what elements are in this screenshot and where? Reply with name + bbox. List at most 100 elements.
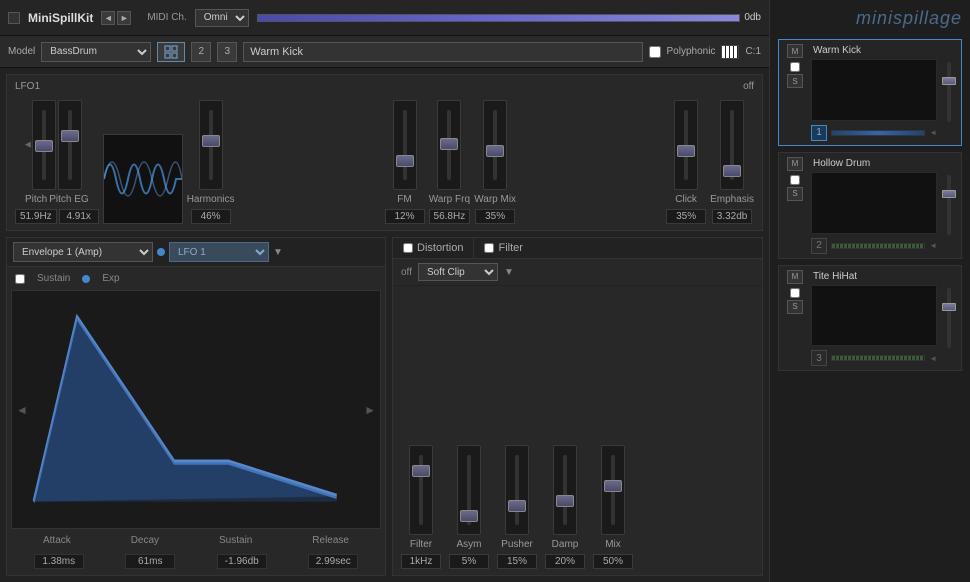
ch2-waveform xyxy=(811,172,937,234)
ch3-fader[interactable] xyxy=(941,270,957,367)
damp-fader[interactable] xyxy=(553,445,577,535)
channel-strip-2: M S Hollow Drum 2 ◄ xyxy=(778,152,962,259)
lfo-assign-select[interactable]: LFO 1 xyxy=(169,242,269,262)
dist-filter-header: Distortion Filter xyxy=(393,238,762,259)
sustain-opt-label: Sustain xyxy=(37,273,70,284)
pitch-eg-label: Pitch EG xyxy=(49,194,88,205)
envelope-header: Envelope 1 (Amp) LFO 1 ▼ xyxy=(7,238,385,267)
warp-frq-value: 56.8Hz xyxy=(429,209,471,224)
pitch-fader[interactable]: ◄ xyxy=(32,100,56,190)
ch1-fader[interactable] xyxy=(941,44,957,141)
distortion-checkbox[interactable] xyxy=(403,243,413,253)
ch1-preset-name: Warm Kick xyxy=(811,44,937,57)
asym-group: Asym 5% xyxy=(449,445,489,569)
dist-type-select[interactable]: Soft Clip Hard Clip Waveshape xyxy=(418,263,498,281)
warp-mix-group: Warp Mix 35% xyxy=(474,100,516,224)
mix-label: Mix xyxy=(605,539,621,550)
prev-arrow[interactable]: ◄ xyxy=(101,11,115,25)
model-label: Model xyxy=(8,46,35,57)
damp-label: Damp xyxy=(552,539,579,550)
model-select[interactable]: BassDrum HiHat Snare xyxy=(41,42,151,62)
ch3-mute-button[interactable]: M xyxy=(787,270,803,284)
ch3-preset-name: Tite HiHat xyxy=(811,270,937,283)
ch3-checkbox[interactable] xyxy=(790,288,800,298)
dist-filter-group: Filter 1kHz xyxy=(401,445,441,569)
dist-filter-fader[interactable] xyxy=(409,445,433,535)
resize-button[interactable] xyxy=(157,42,185,62)
asym-value: 5% xyxy=(449,554,489,569)
fm-label: FM xyxy=(397,194,411,205)
sustain-label: Sustain xyxy=(219,535,252,546)
ch3-name-area: Tite HiHat 3 ◄ xyxy=(811,270,937,367)
fm-fader[interactable] xyxy=(393,100,417,190)
ch2-level-bar xyxy=(831,243,925,249)
ch2-solo-button[interactable]: S xyxy=(787,187,803,201)
power-checkbox[interactable] xyxy=(8,12,20,24)
title-bar: MiniSpillKit ◄ ► MIDI Ch. Omni 123 0db xyxy=(0,0,769,36)
warp-frq-fader[interactable] xyxy=(437,100,461,190)
ch1-num[interactable]: 1 xyxy=(811,125,827,141)
ch2-fader[interactable] xyxy=(941,157,957,254)
decay-label: Decay xyxy=(131,535,159,546)
ch3-waveform xyxy=(811,285,937,347)
num-2-button[interactable]: 2 xyxy=(191,42,211,62)
ch2-num-row: 2 ◄ xyxy=(811,238,937,254)
pitch-eg-fader[interactable] xyxy=(58,100,82,190)
filter-checkbox[interactable] xyxy=(484,243,494,253)
ch3-solo-button[interactable]: S xyxy=(787,300,803,314)
exp-dot xyxy=(82,275,90,283)
emphasis-fader[interactable] xyxy=(720,100,744,190)
envelope-type-select[interactable]: Envelope 1 (Amp) xyxy=(13,242,153,262)
asym-label: Asym xyxy=(457,539,482,550)
filter-toggle[interactable]: Filter xyxy=(474,238,532,258)
pusher-label: Pusher xyxy=(501,539,533,550)
right-panel: minispillage M S Warm Kick 1 ◄ xyxy=(770,0,970,582)
mix-fader[interactable] xyxy=(601,445,625,535)
ch2-controls: M S xyxy=(783,157,807,254)
pusher-fader[interactable] xyxy=(505,445,529,535)
distortion-label: Distortion xyxy=(417,242,463,254)
env-options: Sustain Exp xyxy=(11,271,381,286)
warp-mix-fader[interactable] xyxy=(483,100,507,190)
channel-value: C:1 xyxy=(745,46,761,57)
ch1-bar-end-icon: ◄ xyxy=(929,128,937,137)
app-title: MiniSpillKit xyxy=(28,11,93,25)
midi-channel-select[interactable]: Omni 123 xyxy=(195,9,249,27)
lfo-status: off xyxy=(743,81,754,92)
toolbar: Model BassDrum HiHat Snare 2 3 Warm Kick… xyxy=(0,36,769,68)
asym-fader[interactable] xyxy=(457,445,481,535)
polyphonic-checkbox[interactable] xyxy=(649,46,661,58)
ch2-mute-button[interactable]: M xyxy=(787,157,803,171)
click-fader[interactable] xyxy=(674,100,698,190)
nav-arrows[interactable]: ◄ ► xyxy=(101,11,131,25)
pitch-eg-value: 4.91x xyxy=(59,209,99,224)
ch2-num[interactable]: 2 xyxy=(811,238,827,254)
sliders-row: ◄ Pitch Pitch EG xyxy=(15,100,754,224)
warp-frq-label: Warp Frq xyxy=(429,194,470,205)
env-left-arrow-icon[interactable]: ◄ xyxy=(16,403,28,417)
sustain-checkbox[interactable] xyxy=(15,274,25,284)
ch2-preset-name: Hollow Drum xyxy=(811,157,937,170)
distortion-toggle[interactable]: Distortion xyxy=(393,238,474,258)
ch1-checkbox[interactable] xyxy=(790,62,800,72)
ch1-mute-button[interactable]: M xyxy=(787,44,803,58)
next-arrow[interactable]: ► xyxy=(117,11,131,25)
harmonics-fader[interactable] xyxy=(199,100,223,190)
click-group: Click 35% xyxy=(666,100,706,224)
channel-strip-3: M S Tite HiHat 3 ◄ xyxy=(778,265,962,372)
attack-label: Attack xyxy=(43,535,71,546)
volume-slider[interactable] xyxy=(257,14,741,22)
exp-opt-label: Exp xyxy=(102,273,119,284)
dist-arrow-icon[interactable]: ▼ xyxy=(504,267,514,278)
num-3-button[interactable]: 3 xyxy=(217,42,237,62)
ch2-checkbox[interactable] xyxy=(790,175,800,185)
bottom-section: Envelope 1 (Amp) LFO 1 ▼ Sustain xyxy=(6,237,763,576)
dist-filter-label: Filter xyxy=(410,539,432,550)
ch3-bar-end-icon: ◄ xyxy=(929,354,937,363)
ch1-solo-button[interactable]: S xyxy=(787,74,803,88)
mix-group: Mix 50% xyxy=(593,445,633,569)
brand-name: minispillage xyxy=(778,8,962,29)
ch3-num[interactable]: 3 xyxy=(811,350,827,366)
preset-name: Warm Kick xyxy=(243,42,642,62)
env-right-arrow-icon[interactable]: ► xyxy=(364,403,376,417)
